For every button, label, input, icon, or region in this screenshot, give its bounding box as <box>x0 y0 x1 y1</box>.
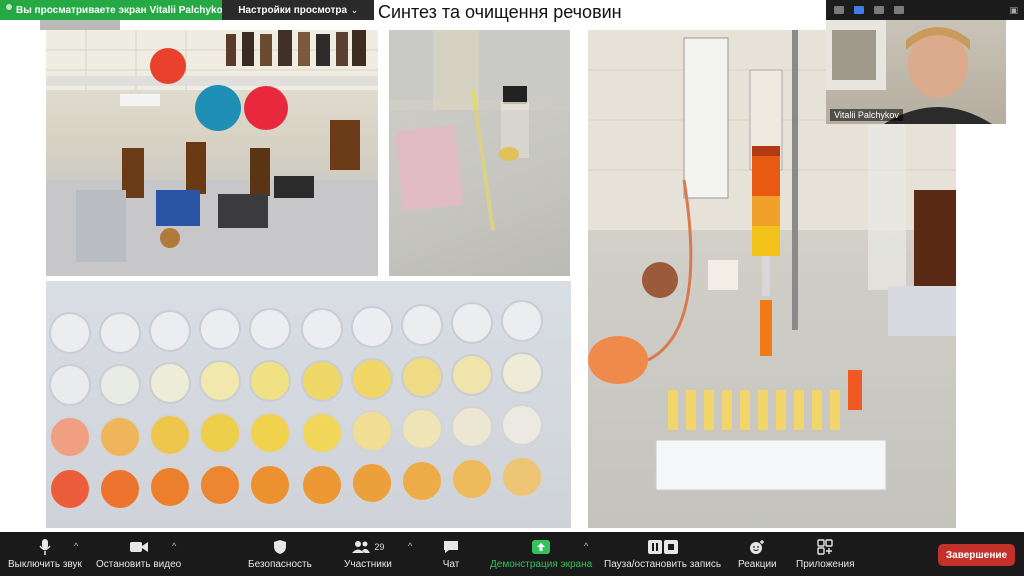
share-screen-icon <box>531 538 551 556</box>
participant-name: Vitalii Palchykov <box>830 109 903 121</box>
participants-options-chevron-icon[interactable]: ^ <box>408 541 412 551</box>
share-banner: Вы просматриваете экран Vitalii Palchyko… <box>0 0 374 20</box>
viewing-screen-text: Вы просматриваете экран Vitalii Palchyko… <box>16 4 229 16</box>
mute-label: Выключить звук <box>8 559 82 570</box>
green-dot-icon <box>6 4 12 10</box>
pause-stop-recording-button[interactable]: Пауза/остановить запись <box>604 538 721 570</box>
viewing-screen-notice: Вы просматриваете экран Vitalii Palchyko… <box>0 0 228 20</box>
chat-icon <box>442 538 460 556</box>
speaker-view-icon[interactable] <box>854 6 864 14</box>
apps-label: Приложения <box>796 559 855 570</box>
security-label: Безопасность <box>248 559 312 570</box>
video-camera-icon <box>129 538 149 556</box>
layout-icon[interactable] <box>834 6 844 14</box>
reactions-button[interactable]: Реакции <box>738 538 777 570</box>
slide-title: Синтез та очищення речовин <box>378 2 622 22</box>
participants-count: 29 <box>374 542 385 552</box>
view-options-button[interactable]: Настройки просмотра ⌄ <box>222 0 374 20</box>
chevron-down-icon: ⌄ <box>351 5 358 15</box>
stop-video-label: Остановить видео <box>96 559 182 570</box>
security-button[interactable]: Безопасность <box>248 538 312 570</box>
view-options-label: Настройки просмотра <box>238 4 348 16</box>
end-meeting-label: Завершение <box>945 549 1008 561</box>
shared-screen: Вы просматриваете экран Vitalii Palchyko… <box>0 0 1024 532</box>
microphone-icon <box>38 538 52 556</box>
tlc-plate-photo <box>389 30 570 276</box>
participants-label: Участники <box>344 559 392 570</box>
lab-bench-image <box>46 30 378 276</box>
stop-video-button[interactable]: Остановить видео <box>96 538 181 570</box>
tlc-plate-image <box>389 30 570 276</box>
share-options-chevron-icon[interactable]: ^ <box>584 541 588 551</box>
chat-button[interactable]: Чат <box>442 538 460 570</box>
chat-label: Чат <box>442 559 460 570</box>
participant-video[interactable]: Vitalii Palchykov <box>826 20 1006 124</box>
reactions-label: Реакции <box>738 559 777 570</box>
lab-bench-photo <box>46 30 378 276</box>
grid-icon[interactable] <box>894 6 904 14</box>
zoom-meeting-window: Вы просматриваете экран Vitalii Palchyko… <box>0 0 1024 576</box>
minimize-icon[interactable]: ▣ <box>1009 5 1024 16</box>
end-meeting-button[interactable]: Завершение <box>938 544 1015 566</box>
participants-icon: 29 <box>351 538 384 556</box>
participants-button[interactable]: 29 Участники <box>344 538 392 570</box>
pause-stop-icon <box>647 538 679 556</box>
video-panel-header: ▣ <box>826 0 1024 20</box>
share-screen-button[interactable]: Демонстрация экрана <box>490 538 592 570</box>
pause-stop-label: Пауза/остановить запись <box>604 559 722 570</box>
smiley-plus-icon <box>748 538 766 556</box>
shield-icon <box>273 538 287 556</box>
audio-options-chevron-icon[interactable]: ^ <box>74 541 78 551</box>
share-screen-label: Демонстрация экрана <box>490 559 593 570</box>
test-tube-rack-photo <box>46 281 571 528</box>
apps-button[interactable]: Приложения <box>796 538 855 570</box>
mute-button[interactable]: Выключить звук <box>8 538 82 570</box>
gallery-view-icon[interactable] <box>874 6 884 14</box>
test-tube-rack-image <box>49 300 543 510</box>
video-options-chevron-icon[interactable]: ^ <box>172 541 176 551</box>
presenter-tab-strip <box>40 20 120 30</box>
apps-icon <box>817 538 833 556</box>
